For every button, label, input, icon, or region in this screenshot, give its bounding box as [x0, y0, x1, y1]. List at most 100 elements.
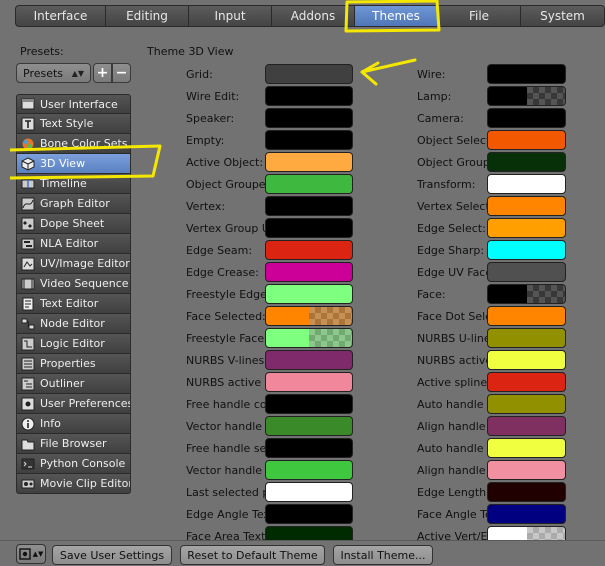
- color-swatch[interactable]: [265, 218, 353, 238]
- category-label: Bone Color Sets: [40, 137, 128, 150]
- preferences-tab-bar: Interface Editing Input Addons Themes Fi…: [0, 0, 605, 34]
- theme-category-list: User Interface Text Style Bone Color Sets 3…: [16, 94, 131, 494]
- color-swatch[interactable]: [487, 284, 566, 304]
- 3d-view-icon: [21, 156, 35, 171]
- category-item-nla-editor[interactable]: NLA Editor: [16, 234, 131, 254]
- tab-system[interactable]: System: [521, 5, 605, 27]
- theme-color-row: Empty:: [186, 129, 353, 151]
- reset-to-default-theme-button[interactable]: Reset to Default Theme: [180, 545, 325, 565]
- add-preset-button[interactable]: +: [93, 63, 112, 83]
- theme-color-label: Grid:: [186, 67, 213, 81]
- text-style-icon: [21, 117, 35, 131]
- category-item-text-style[interactable]: Text Style: [16, 114, 131, 134]
- color-swatch[interactable]: [265, 328, 353, 348]
- color-swatch[interactable]: [487, 152, 566, 172]
- color-swatch[interactable]: [487, 108, 566, 128]
- color-swatch[interactable]: [265, 130, 353, 150]
- color-swatch[interactable]: [487, 460, 566, 480]
- presets-dropdown[interactable]: Presets ▲▼: [16, 63, 91, 83]
- color-swatch[interactable]: [265, 174, 353, 194]
- theme-color-label: Align handle c: [417, 419, 487, 433]
- color-swatch[interactable]: [265, 284, 353, 304]
- category-item-outliner[interactable]: Outliner: [16, 374, 131, 394]
- color-swatch[interactable]: [487, 416, 566, 436]
- editor-type-selector[interactable]: ▲▼: [16, 544, 46, 564]
- color-swatch[interactable]: [265, 394, 353, 414]
- category-item-3d-view[interactable]: 3D View: [16, 154, 131, 174]
- color-swatch[interactable]: [265, 482, 353, 502]
- tab-file[interactable]: File: [438, 5, 521, 27]
- category-label: Outliner: [40, 377, 85, 390]
- color-swatch[interactable]: [265, 372, 353, 392]
- color-swatch[interactable]: [487, 174, 566, 194]
- color-swatch[interactable]: [265, 504, 353, 524]
- color-swatch[interactable]: [487, 196, 566, 216]
- category-item-video-sequence-editor[interactable]: Video Sequence E: [16, 274, 131, 294]
- color-swatch[interactable]: [265, 240, 353, 260]
- color-swatch[interactable]: [487, 130, 566, 150]
- category-label: Video Sequence E: [40, 277, 131, 290]
- color-swatch[interactable]: [487, 394, 566, 414]
- tab-addons[interactable]: Addons: [272, 5, 355, 27]
- color-swatch[interactable]: [265, 108, 353, 128]
- color-swatch[interactable]: [487, 504, 566, 524]
- color-swatch[interactable]: [487, 86, 566, 106]
- theme-color-row: Face Angle Te: [417, 503, 566, 525]
- category-item-python-console[interactable]: Python Console: [16, 454, 131, 474]
- color-swatch[interactable]: [265, 438, 353, 458]
- category-item-logic-editor[interactable]: Logic Editor: [16, 334, 131, 354]
- category-item-dope-sheet[interactable]: Dope Sheet: [16, 214, 131, 234]
- category-item-properties[interactable]: Properties: [16, 354, 131, 374]
- color-swatch[interactable]: [265, 152, 353, 172]
- theme-color-row: Edge UV Face: [417, 261, 566, 283]
- theme-color-row: Vector handle s: [186, 459, 353, 481]
- theme-color-row: Freestyle Edge: [186, 283, 353, 305]
- color-swatch[interactable]: [487, 350, 566, 370]
- category-item-text-editor[interactable]: Text Editor: [16, 294, 131, 314]
- category-item-movie-clip-editor[interactable]: Movie Clip Editor: [16, 474, 131, 494]
- color-swatch[interactable]: [487, 306, 566, 326]
- color-swatch[interactable]: [265, 262, 353, 282]
- color-swatch[interactable]: [487, 240, 566, 260]
- tab-editing[interactable]: Editing: [106, 5, 189, 27]
- color-swatch[interactable]: [487, 482, 566, 502]
- category-item-graph-editor[interactable]: Graph Editor: [16, 194, 131, 214]
- color-swatch[interactable]: [487, 218, 566, 238]
- theme-color-row: Edge Angle Text: [186, 503, 353, 525]
- category-label: Node Editor: [40, 317, 105, 330]
- install-theme-button[interactable]: Install Theme...: [333, 545, 433, 565]
- theme-color-row: Edge Seam:: [186, 239, 353, 261]
- color-swatch[interactable]: [487, 372, 566, 392]
- category-item-uv-image-editor[interactable]: UV/Image Editor: [16, 254, 131, 274]
- category-item-user-interface[interactable]: User Interface: [16, 94, 131, 114]
- color-swatch[interactable]: [487, 64, 566, 84]
- category-item-info[interactable]: Info: [16, 414, 131, 434]
- theme-color-column-left: Grid: Wire Edit: Speaker: Empty: Active Obje…: [186, 63, 353, 547]
- category-item-timeline[interactable]: Timeline: [16, 174, 131, 194]
- theme-color-label: Edge Length T: [417, 485, 487, 499]
- color-swatch[interactable]: [265, 196, 353, 216]
- category-item-file-browser[interactable]: File Browser: [16, 434, 131, 454]
- color-swatch[interactable]: [265, 86, 353, 106]
- theme-color-row: Active Object:: [186, 151, 353, 173]
- theme-color-label: Wire Edit:: [186, 89, 240, 103]
- remove-preset-button[interactable]: −: [112, 63, 131, 83]
- category-item-node-editor[interactable]: Node Editor: [16, 314, 131, 334]
- save-user-settings-button[interactable]: Save User Settings: [52, 545, 172, 565]
- movie-clip-editor-icon: [21, 477, 35, 491]
- color-swatch[interactable]: [487, 328, 566, 348]
- category-item-bone-color-sets[interactable]: Bone Color Sets: [16, 134, 131, 154]
- tab-interface[interactable]: Interface: [15, 5, 106, 27]
- tab-themes[interactable]: Themes: [355, 5, 438, 27]
- color-swatch[interactable]: [265, 64, 353, 84]
- color-swatch[interactable]: [487, 262, 566, 282]
- color-swatch[interactable]: [265, 416, 353, 436]
- section-title: Theme 3D View: [147, 45, 234, 58]
- alpha-checker: [526, 285, 565, 303]
- color-swatch[interactable]: [265, 350, 353, 370]
- color-swatch[interactable]: [265, 460, 353, 480]
- color-swatch[interactable]: [265, 306, 353, 326]
- color-swatch[interactable]: [487, 438, 566, 458]
- tab-input[interactable]: Input: [189, 5, 272, 27]
- category-item-user-preferences[interactable]: User Preferences: [16, 394, 131, 414]
